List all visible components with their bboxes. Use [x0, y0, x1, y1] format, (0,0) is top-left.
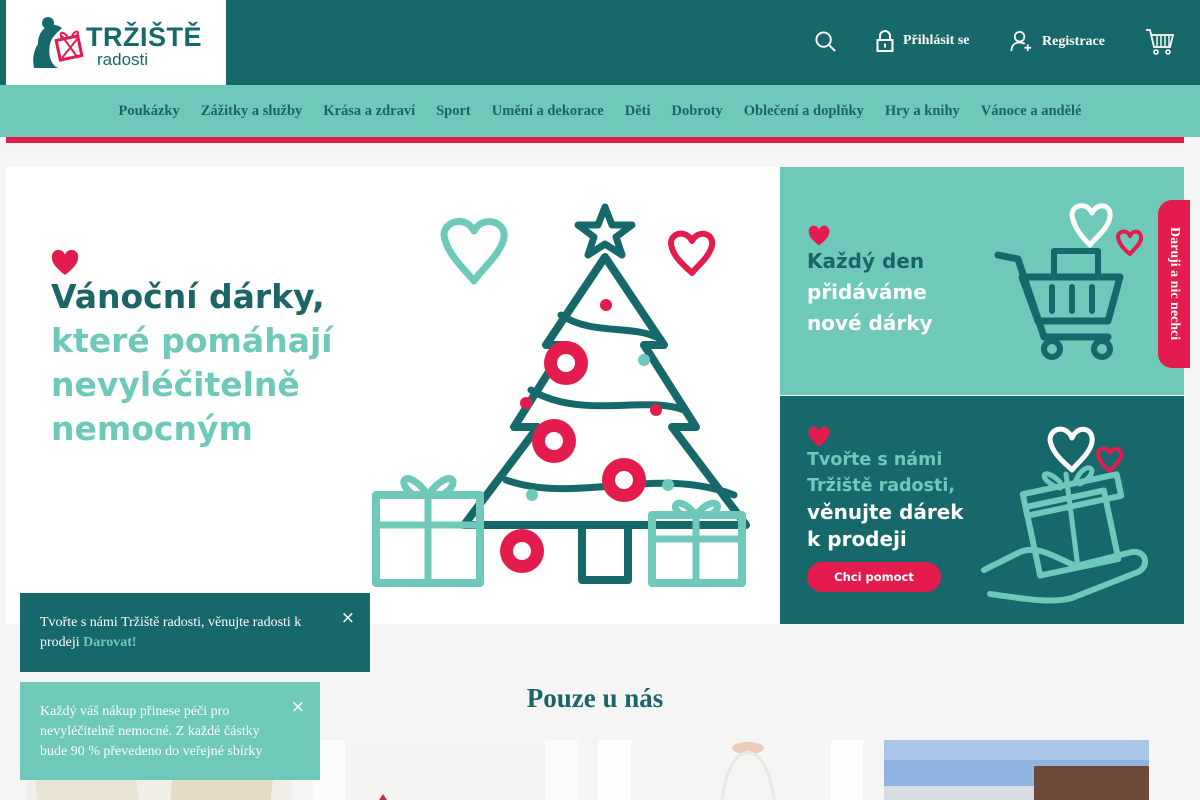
hero-line-3: nevyléčitelně: [51, 365, 300, 404]
info-toast: Každý váš nákup přinese péči pro nevyléč…: [20, 682, 320, 780]
hero-line-2: které pomáhají: [51, 321, 333, 360]
product-image: [598, 740, 863, 800]
hero-line-4: nemocným: [51, 409, 253, 448]
banner-bottom-line-3: věnujte dárek: [807, 500, 964, 524]
search-icon: [815, 31, 836, 52]
category-nav: Poukázky Zážitky a služby Krása a zdraví…: [0, 85, 1200, 137]
heart-icon: [808, 426, 830, 447]
register-label: Registrace: [1042, 33, 1105, 49]
info-toast-text: Každý váš nákup přinese péči pro nevyléč…: [40, 704, 263, 759]
hero-banner[interactable]: Vánoční dárky, které pomáhají nevyléčite…: [6, 167, 779, 624]
nav-item-poukazky[interactable]: Poukázky: [119, 103, 180, 120]
register-button[interactable]: Registrace: [1010, 30, 1105, 53]
banner-bottom-line-1: Tvořte s námi: [807, 450, 943, 470]
product-card[interactable]: [884, 740, 1149, 800]
top-header: TRŽIŠTĚ radosti Přihlásit se Registrace: [0, 0, 1200, 85]
want-to-help-button[interactable]: Chci pomoct: [807, 562, 941, 592]
nav-item-obleceni[interactable]: Oblečení a doplňky: [744, 103, 864, 120]
nav-item-dobroty[interactable]: Dobroty: [671, 103, 722, 120]
nav-item-deti[interactable]: Děti: [625, 103, 651, 120]
user-add-icon: [1010, 31, 1032, 52]
nav-item-sport[interactable]: Sport: [436, 103, 471, 120]
product-card[interactable]: [313, 740, 578, 800]
close-icon[interactable]: ×: [341, 608, 355, 628]
heart-icon: [51, 249, 79, 275]
donate-side-tab-label: Daruji a nic nechci: [1167, 227, 1182, 341]
nav-item-umeni[interactable]: Umění a dekorace: [492, 103, 604, 120]
logo[interactable]: TRŽIŠTĚ radosti: [6, 0, 226, 85]
logo-subname: radosti: [97, 50, 149, 69]
login-button[interactable]: Přihlásit se: [876, 30, 970, 52]
gift-in-hand-illustration: [981, 426, 1149, 604]
product-image: [884, 740, 1149, 800]
banner-new-gifts[interactable]: Každý den přidáváme nové dárky: [780, 167, 1184, 395]
accent-divider: [6, 137, 1184, 143]
banner-top-line-2: přidáváme: [807, 280, 927, 304]
search-button[interactable]: [814, 30, 837, 53]
product-card[interactable]: [598, 740, 863, 800]
nav-item-zazitky[interactable]: Zážitky a služby: [201, 103, 303, 120]
cart-button[interactable]: [1145, 28, 1175, 56]
cart-icon: [1146, 29, 1175, 55]
close-icon[interactable]: ×: [291, 697, 305, 717]
donate-toast-link[interactable]: Darovat!: [83, 635, 136, 650]
shopping-cart-illustration: [994, 203, 1144, 360]
christmas-tree-illustration: [372, 203, 750, 587]
donate-toast-text: Tvořte s námi Tržiště radosti, věnujte r…: [40, 615, 302, 650]
donate-toast: Tvořte s námi Tržiště radosti, věnujte r…: [20, 593, 370, 672]
heart-icon: [808, 225, 830, 246]
logo-name: TRŽIŠTĚ: [86, 22, 202, 52]
banner-bottom-line-2: Tržiště radosti,: [807, 476, 955, 496]
login-label: Přihlásit se: [903, 33, 970, 48]
banner-top-line-3: nové dárky: [807, 311, 933, 335]
logo-mark-icon: [33, 17, 84, 68]
banner-bottom-line-4: k prodeji: [807, 527, 907, 551]
nav-item-krasa[interactable]: Krása a zdraví: [323, 103, 415, 120]
nav-item-hry[interactable]: Hry a knihy: [885, 103, 960, 120]
hero-line-1: Vánoční dárky,: [51, 277, 325, 316]
donate-side-tab[interactable]: Daruji a nic nechci: [1158, 200, 1190, 368]
nav-item-vanoce[interactable]: Vánoce a andělé: [981, 103, 1082, 120]
banner-donate-gift[interactable]: Tvořte s námi Tržiště radosti, věnujte d…: [780, 396, 1184, 624]
product-image: [313, 740, 578, 800]
banner-top-line-1: Každý den: [807, 249, 925, 273]
lock-icon: [876, 30, 894, 52]
